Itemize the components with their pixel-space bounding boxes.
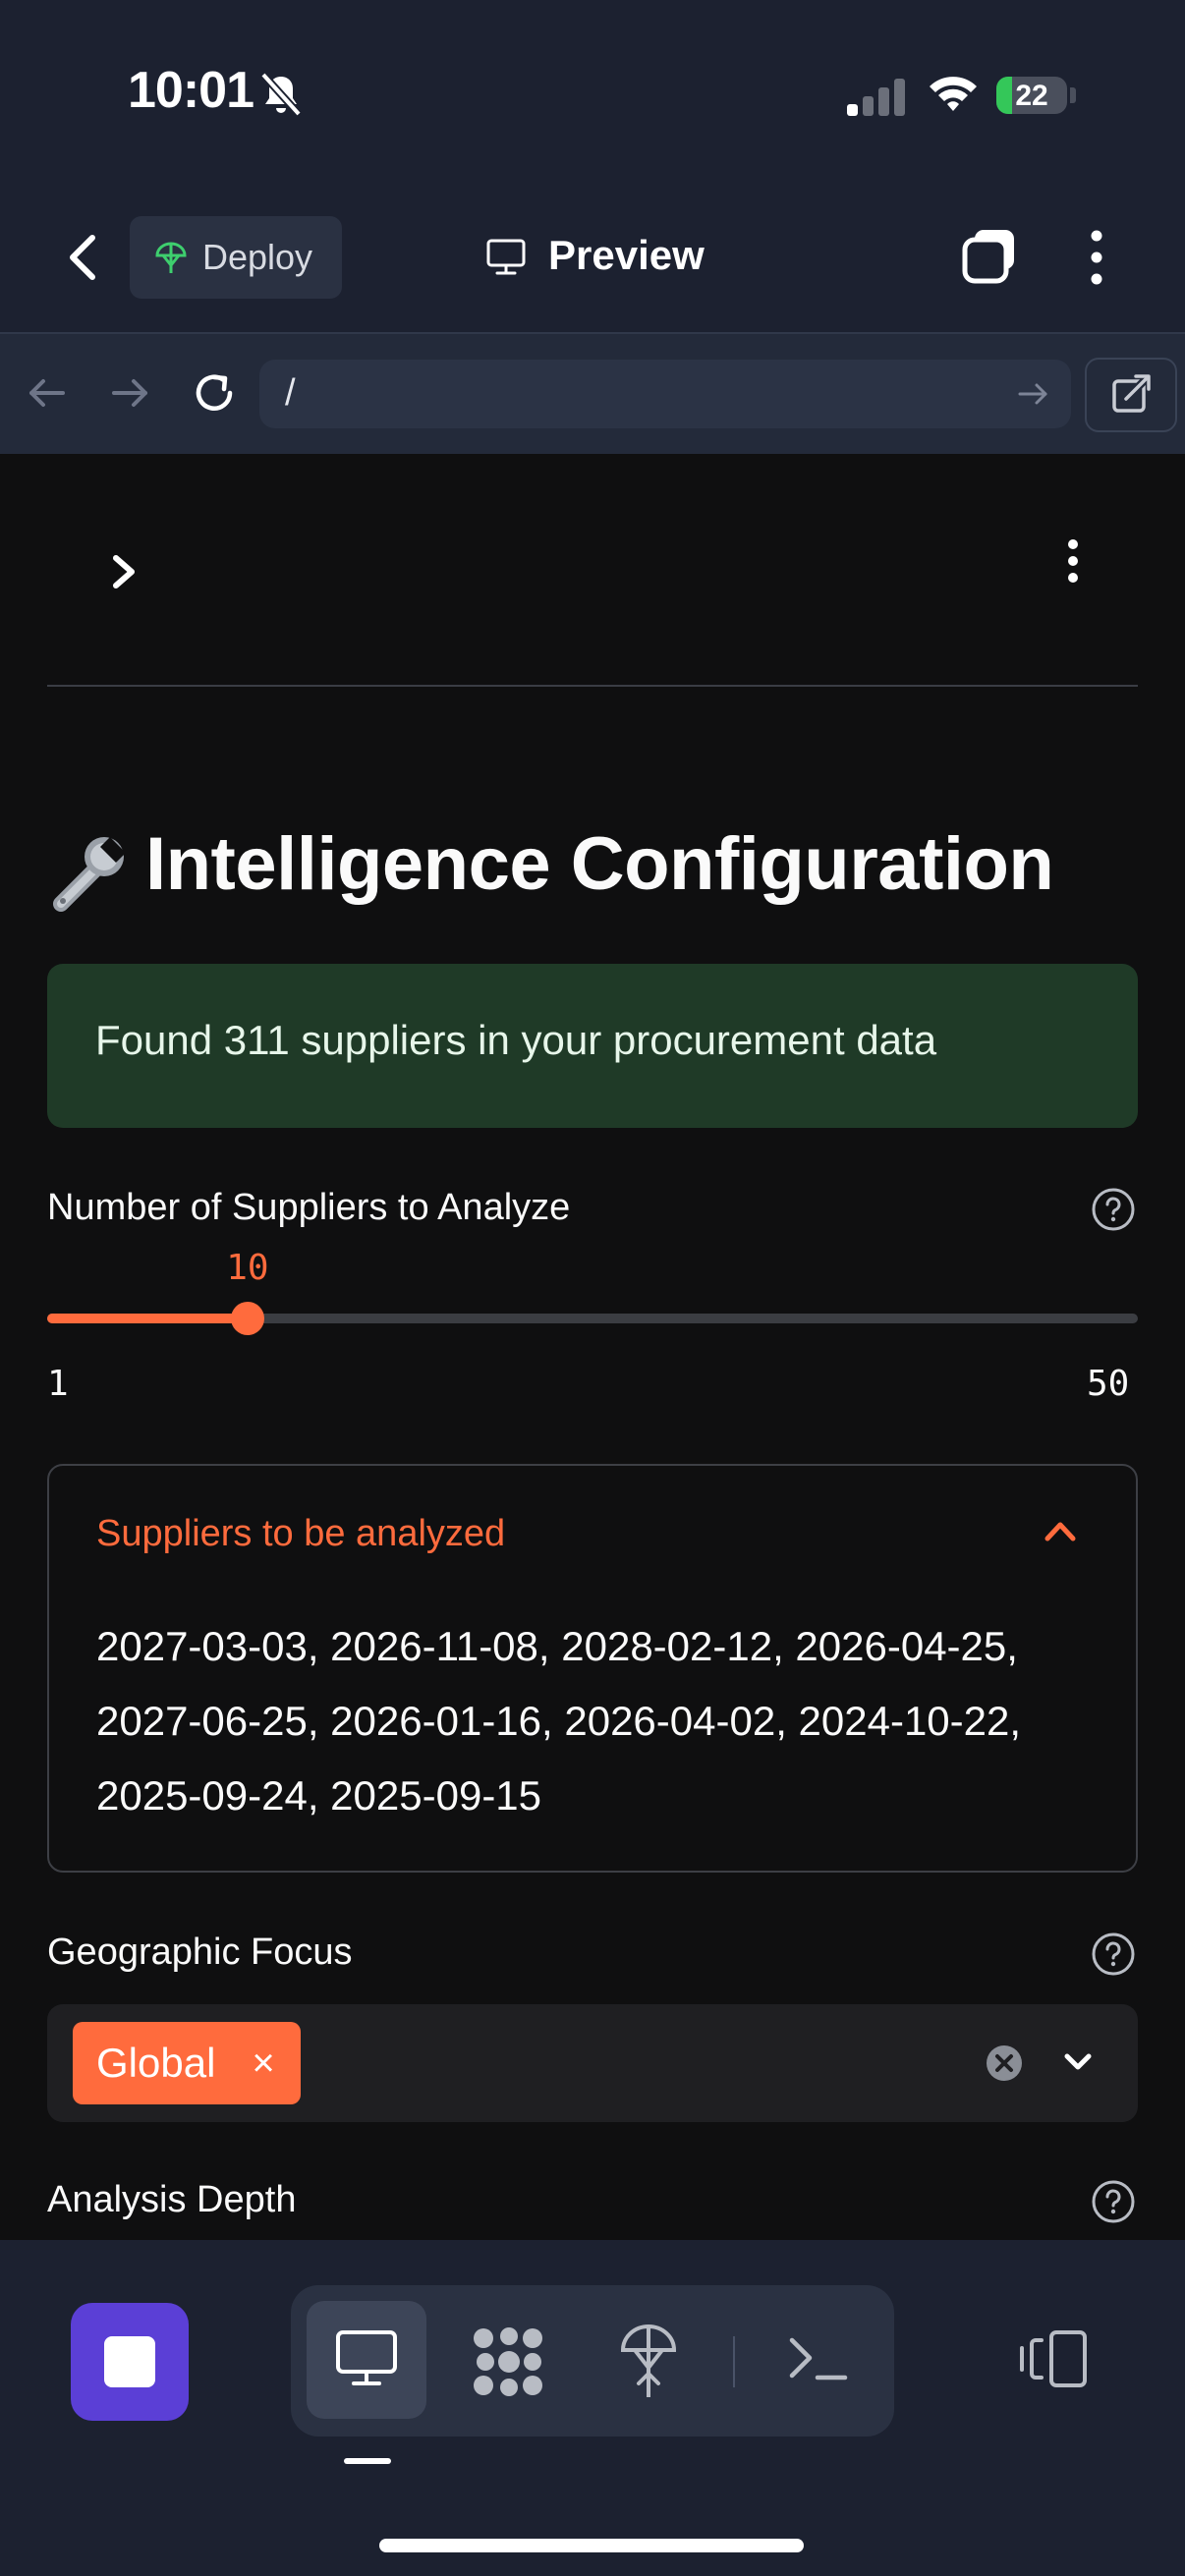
terminal-icon[interactable]: [786, 2330, 851, 2387]
expander-content: 2027-03-03, 2026-11-08, 2028-02-12, 2026…: [96, 1623, 1022, 1819]
help-circle-icon[interactable]: [1091, 1932, 1136, 1977]
more-vertical-icon[interactable]: [1061, 538, 1085, 584]
divider: [47, 685, 1138, 687]
chevron-down-icon[interactable]: [1061, 2047, 1095, 2077]
deploy-icon[interactable]: [617, 2321, 680, 2401]
slider-thumb[interactable]: [230, 1302, 264, 1335]
home-indicator: [379, 2539, 804, 2552]
tag-remove-icon[interactable]: ×: [244, 2044, 283, 2083]
monitor-icon: [334, 2328, 399, 2389]
url-text: /: [285, 372, 296, 414]
separator: [733, 2336, 735, 2387]
help-circle-icon[interactable]: [1091, 1187, 1136, 1232]
monitor-icon: [485, 238, 527, 277]
wrench-icon: [47, 829, 130, 912]
external-link-icon[interactable]: [1085, 358, 1177, 432]
wifi-icon: [928, 71, 979, 114]
help-circle-icon[interactable]: [1091, 2179, 1136, 2224]
bell-slash-icon: [257, 71, 305, 118]
preview-tab[interactable]: Preview: [548, 232, 705, 279]
page-title: Intelligence Configuration: [145, 822, 1054, 906]
arrow-left-icon[interactable]: [26, 371, 69, 415]
status-time: 10:01: [128, 62, 254, 119]
arrow-right-icon[interactable]: [108, 371, 151, 415]
battery-percent: 22: [1015, 80, 1048, 112]
success-alert-text: Found 311 suppliers in your procurement …: [95, 1017, 937, 1063]
back-button[interactable]: [57, 226, 112, 289]
reload-icon[interactable]: [191, 369, 238, 417]
split-view-icon[interactable]: [1018, 2328, 1091, 2389]
stop-icon: [104, 2336, 155, 2387]
deploy-label: Deploy: [202, 237, 313, 277]
battery-tip: [1070, 87, 1076, 103]
arrow-right-icon[interactable]: [1016, 379, 1051, 409]
url-input[interactable]: [259, 360, 1071, 428]
selected-tag-label: Global: [96, 2040, 216, 2086]
apps-icon[interactable]: [470, 2324, 548, 2399]
slider-fill: [47, 1314, 248, 1323]
slider-value: 10: [226, 1248, 269, 1288]
tabs-icon[interactable]: [959, 224, 1022, 287]
geographic-focus-label: Geographic Focus: [47, 1932, 353, 1973]
chevron-right-icon[interactable]: [104, 550, 143, 593]
slider-max-label: 50: [1087, 1364, 1130, 1404]
clear-circle-icon[interactable]: [985, 2044, 1024, 2083]
slider-min-label: 1: [47, 1364, 69, 1404]
suppliers-slider-label: Number of Suppliers to Analyze: [47, 1187, 571, 1228]
expander-header[interactable]: Suppliers to be analyzed: [96, 1513, 505, 1555]
analysis-depth-label: Analysis Depth: [47, 2179, 297, 2220]
active-tab-indicator: [344, 2458, 391, 2464]
signal-icon: [847, 77, 908, 116]
more-vertical-icon[interactable]: [1077, 228, 1116, 287]
chevron-up-icon[interactable]: [1040, 1513, 1081, 1548]
deploy-icon: [153, 240, 189, 275]
